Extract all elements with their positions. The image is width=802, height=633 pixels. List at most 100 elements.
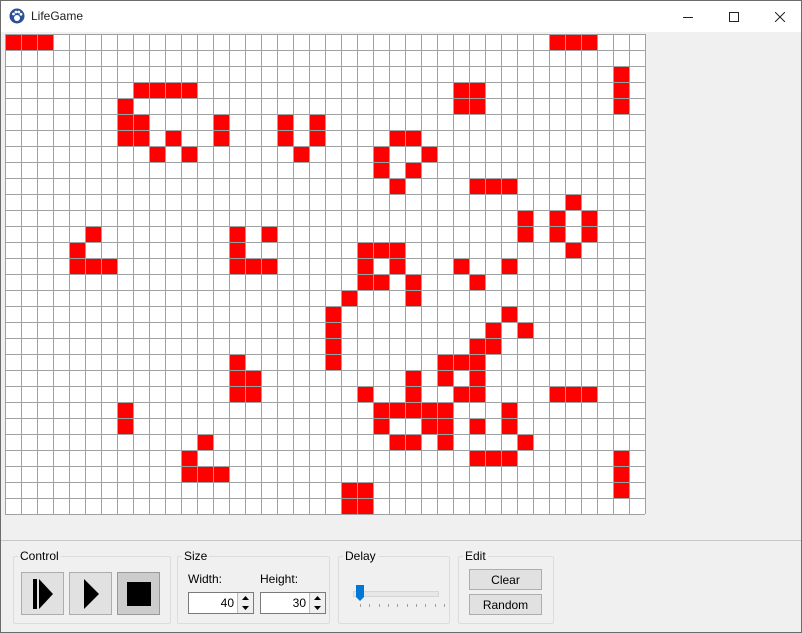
alive-cell[interactable]: [181, 82, 197, 98]
alive-cell[interactable]: [469, 82, 485, 98]
alive-cell[interactable]: [181, 146, 197, 162]
alive-cell[interactable]: [149, 146, 165, 162]
alive-cell[interactable]: [229, 258, 245, 274]
alive-cell[interactable]: [117, 402, 133, 418]
alive-cell[interactable]: [469, 354, 485, 370]
alive-cell[interactable]: [613, 450, 629, 466]
height-down-button[interactable]: [309, 603, 325, 613]
alive-cell[interactable]: [565, 242, 581, 258]
alive-cell[interactable]: [613, 66, 629, 82]
alive-cell[interactable]: [421, 418, 437, 434]
alive-cell[interactable]: [85, 226, 101, 242]
alive-cell[interactable]: [565, 34, 581, 50]
alive-cell[interactable]: [341, 482, 357, 498]
alive-cell[interactable]: [453, 354, 469, 370]
alive-cell[interactable]: [245, 370, 261, 386]
alive-cell[interactable]: [117, 130, 133, 146]
alive-cell[interactable]: [69, 258, 85, 274]
height-stepper[interactable]: [260, 592, 326, 614]
alive-cell[interactable]: [213, 130, 229, 146]
alive-cell[interactable]: [469, 98, 485, 114]
alive-cell[interactable]: [261, 226, 277, 242]
alive-cell[interactable]: [581, 226, 597, 242]
alive-cell[interactable]: [405, 130, 421, 146]
alive-cell[interactable]: [117, 418, 133, 434]
alive-cell[interactable]: [517, 226, 533, 242]
alive-cell[interactable]: [469, 178, 485, 194]
alive-cell[interactable]: [517, 322, 533, 338]
minimize-button[interactable]: [665, 1, 711, 32]
alive-cell[interactable]: [229, 242, 245, 258]
alive-cell[interactable]: [453, 258, 469, 274]
alive-cell[interactable]: [389, 258, 405, 274]
alive-cell[interactable]: [325, 322, 341, 338]
alive-cell[interactable]: [229, 370, 245, 386]
alive-cell[interactable]: [357, 242, 373, 258]
alive-cell[interactable]: [485, 338, 501, 354]
life-grid[interactable]: [5, 34, 646, 515]
alive-cell[interactable]: [469, 418, 485, 434]
alive-cell[interactable]: [325, 306, 341, 322]
width-down-button[interactable]: [237, 603, 253, 613]
alive-cell[interactable]: [501, 450, 517, 466]
alive-cell[interactable]: [565, 194, 581, 210]
width-stepper[interactable]: [188, 592, 254, 614]
alive-cell[interactable]: [453, 98, 469, 114]
alive-cell[interactable]: [357, 482, 373, 498]
alive-cell[interactable]: [581, 34, 597, 50]
alive-cell[interactable]: [469, 370, 485, 386]
alive-cell[interactable]: [373, 402, 389, 418]
alive-cell[interactable]: [469, 386, 485, 402]
alive-cell[interactable]: [437, 434, 453, 450]
alive-cell[interactable]: [229, 354, 245, 370]
alive-cell[interactable]: [197, 434, 213, 450]
alive-cell[interactable]: [549, 386, 565, 402]
clear-button[interactable]: Clear: [469, 569, 542, 590]
alive-cell[interactable]: [373, 146, 389, 162]
alive-cell[interactable]: [117, 114, 133, 130]
close-button[interactable]: [757, 1, 802, 32]
alive-cell[interactable]: [549, 226, 565, 242]
alive-cell[interactable]: [261, 258, 277, 274]
alive-cell[interactable]: [213, 466, 229, 482]
delay-slider-thumb[interactable]: [356, 585, 364, 601]
alive-cell[interactable]: [341, 498, 357, 514]
alive-cell[interactable]: [277, 114, 293, 130]
alive-cell[interactable]: [613, 82, 629, 98]
height-input[interactable]: [262, 594, 308, 612]
alive-cell[interactable]: [373, 418, 389, 434]
alive-cell[interactable]: [437, 354, 453, 370]
alive-cell[interactable]: [549, 210, 565, 226]
alive-cell[interactable]: [389, 178, 405, 194]
alive-cell[interactable]: [613, 466, 629, 482]
alive-cell[interactable]: [437, 402, 453, 418]
alive-cell[interactable]: [613, 482, 629, 498]
alive-cell[interactable]: [469, 338, 485, 354]
alive-cell[interactable]: [165, 130, 181, 146]
alive-cell[interactable]: [517, 434, 533, 450]
maximize-button[interactable]: [711, 1, 757, 32]
alive-cell[interactable]: [469, 274, 485, 290]
stop-button[interactable]: [117, 572, 160, 615]
alive-cell[interactable]: [581, 210, 597, 226]
alive-cell[interactable]: [213, 114, 229, 130]
alive-cell[interactable]: [389, 242, 405, 258]
alive-cell[interactable]: [453, 386, 469, 402]
alive-cell[interactable]: [357, 386, 373, 402]
alive-cell[interactable]: [133, 130, 149, 146]
alive-cell[interactable]: [485, 450, 501, 466]
play-button[interactable]: [69, 572, 112, 615]
alive-cell[interactable]: [373, 274, 389, 290]
alive-cell[interactable]: [133, 114, 149, 130]
alive-cell[interactable]: [165, 82, 181, 98]
alive-cell[interactable]: [373, 162, 389, 178]
alive-cell[interactable]: [309, 130, 325, 146]
alive-cell[interactable]: [181, 466, 197, 482]
alive-cell[interactable]: [5, 34, 21, 50]
alive-cell[interactable]: [357, 258, 373, 274]
alive-cell[interactable]: [245, 258, 261, 274]
alive-cell[interactable]: [101, 258, 117, 274]
alive-cell[interactable]: [341, 290, 357, 306]
alive-cell[interactable]: [485, 322, 501, 338]
alive-cell[interactable]: [501, 306, 517, 322]
